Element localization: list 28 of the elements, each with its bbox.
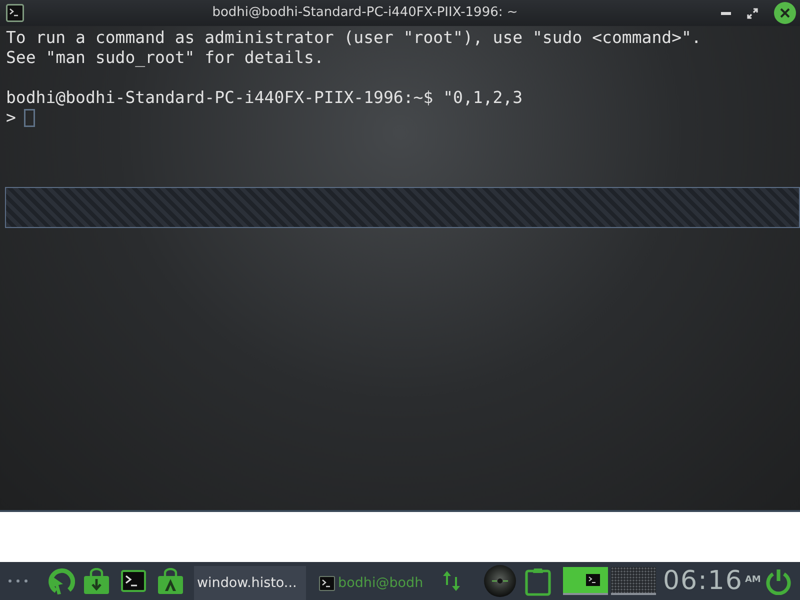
dots-menu-icon[interactable] [8,579,28,583]
minimize-icon[interactable] [721,12,731,14]
command-text: "0,1,2,3 [443,88,523,108]
task-button[interactable]: window.histo... [194,566,306,600]
window-thumbnail-icon [586,574,600,586]
terminal-icon[interactable] [121,570,146,592]
workspace-button[interactable] [563,567,608,595]
clock-period: AM [744,574,761,588]
disc-icon[interactable] [484,565,516,597]
network-arrows-icon[interactable] [442,569,461,593]
download-bag-icon[interactable] [84,568,109,594]
task-button[interactable]: bodhi@bodh [316,566,428,600]
clipboard-icon[interactable] [525,566,551,596]
clock-time[interactable]: 06:16 [663,566,743,596]
close-icon[interactable] [774,2,796,24]
terminal-icon [319,576,335,590]
output-line: See "man sudo_root" for details. [5,48,324,68]
output-line: To run a command as administrator (user "root"), use "sudo <command>". [5,28,702,48]
continuation-prompt: > [6,108,16,128]
terminal-icon [6,4,24,22]
prompt-text: bodhi@bodhi-Standard-PC-i440FX-PIIX-1996:~$ [6,88,434,108]
refresh-pointer-icon[interactable] [47,567,75,595]
power-icon[interactable] [765,568,792,594]
window-title: bodhi@bodhi-Standard-PC-i440FX-PIIX-1996: ~ [212,4,518,22]
bag-chevron-icon[interactable] [158,568,183,594]
text-cursor-icon [24,109,35,127]
workspace-button[interactable] [611,567,656,595]
restore-icon[interactable] [747,8,758,18]
